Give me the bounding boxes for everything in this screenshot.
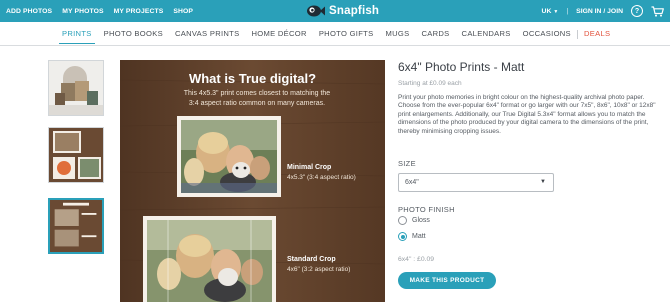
tab-photo-books[interactable]: PHOTO BOOKS <box>98 22 169 46</box>
minimal-crop-label: Minimal Crop <box>287 164 332 171</box>
product-details: 6x4" Photo Prints - Matt Starting at £0.… <box>398 60 658 289</box>
top-bar: ADD PHOTOS MY PHOTOS MY PROJECTS SHOP Sn… <box>0 0 670 22</box>
tab-cards[interactable]: CARDS <box>415 22 455 46</box>
make-this-product-button[interactable]: MAKE THIS PRODUCT <box>398 272 496 289</box>
standard-crop-ratio: 4x6" (3:2 aspect ratio) <box>287 266 351 273</box>
selected-price: 6x4" : £0.09 <box>398 256 435 263</box>
starting-price: Starting at £0.09 each <box>398 80 462 87</box>
minimal-crop-photo <box>177 116 281 197</box>
region-label: UK <box>541 7 552 15</box>
main-image-title: What is True digital? <box>188 71 317 86</box>
tab-deals[interactable]: DEALS <box>578 22 616 46</box>
help-icon[interactable]: ? <box>631 5 643 17</box>
matt-label: Matt <box>412 233 426 240</box>
minimal-crop-ratio: 4x5.3" (3:4 aspect ratio) <box>287 174 356 181</box>
chevron-down-icon: ▼ <box>553 8 559 15</box>
print-stack-image <box>49 61 103 115</box>
tab-home-decor[interactable]: HOME DÉCOR <box>245 22 312 46</box>
tab-occasions[interactable]: OCCASIONS <box>517 22 577 46</box>
tab-canvas-prints[interactable]: CANVAS PRINTS <box>169 22 246 46</box>
divider: | <box>566 7 569 15</box>
thumbnail-photos-on-wood[interactable] <box>48 127 104 183</box>
finish-label: PHOTO FINISH <box>398 205 455 214</box>
chevron-down-icon: ▼ <box>540 179 546 185</box>
product-title: 6x4" Photo Prints - Matt <box>398 60 525 74</box>
shop-link[interactable]: SHOP <box>173 8 193 15</box>
standard-crop-photo <box>143 216 276 302</box>
size-select-value: 6x4" <box>405 179 419 186</box>
size-label: SIZE <box>398 159 416 168</box>
product-description: Print your photo memories in bright colo… <box>398 94 656 135</box>
gloss-radio[interactable] <box>398 216 407 225</box>
true-digital-image <box>50 200 102 252</box>
account-links: ADD PHOTOS MY PHOTOS MY PROJECTS SHOP <box>6 0 193 22</box>
add-photos-link[interactable]: ADD PHOTOS <box>6 8 52 15</box>
matt-radio[interactable] <box>398 232 407 241</box>
gloss-label: Gloss <box>412 217 430 224</box>
category-nav: PRINTS PHOTO BOOKS CANVAS PRINTS HOME DÉ… <box>0 22 670 46</box>
utility-links: UK ▼ | SIGN IN / JOIN ? <box>542 0 664 22</box>
my-projects-link[interactable]: MY PROJECTS <box>114 8 164 15</box>
standard-crop-label: Standard Crop <box>287 256 336 263</box>
fish-logo-icon <box>307 5 325 17</box>
photos-on-wood-image <box>49 128 103 182</box>
region-selector[interactable]: UK ▼ <box>542 8 559 15</box>
thumbnail-print-stack[interactable] <box>48 60 104 116</box>
product-main-image: What is True digital? This 4x5.3" print … <box>120 60 385 302</box>
my-photos-link[interactable]: MY PHOTOS <box>62 8 103 15</box>
main-image-subtitle: This 4x5.3" print comes closest to match… <box>183 90 331 107</box>
snapfish-logo[interactable]: Snapfish <box>305 2 379 20</box>
tab-prints[interactable]: PRINTS <box>56 22 98 46</box>
brand-name: Snapfish <box>329 5 380 17</box>
finish-option-matt[interactable]: Matt <box>398 232 426 241</box>
cart-icon[interactable] <box>651 5 664 17</box>
finish-option-gloss[interactable]: Gloss <box>398 216 430 225</box>
thumbnail-true-digital[interactable] <box>48 198 104 254</box>
tab-calendars[interactable]: CALENDARS <box>456 22 517 46</box>
size-select[interactable]: 6x4" ▼ <box>398 173 554 192</box>
tab-photo-gifts[interactable]: PHOTO GIFTS <box>313 22 380 46</box>
tab-mugs[interactable]: MUGS <box>379 22 415 46</box>
sign-in-link[interactable]: SIGN IN / JOIN <box>576 8 623 15</box>
